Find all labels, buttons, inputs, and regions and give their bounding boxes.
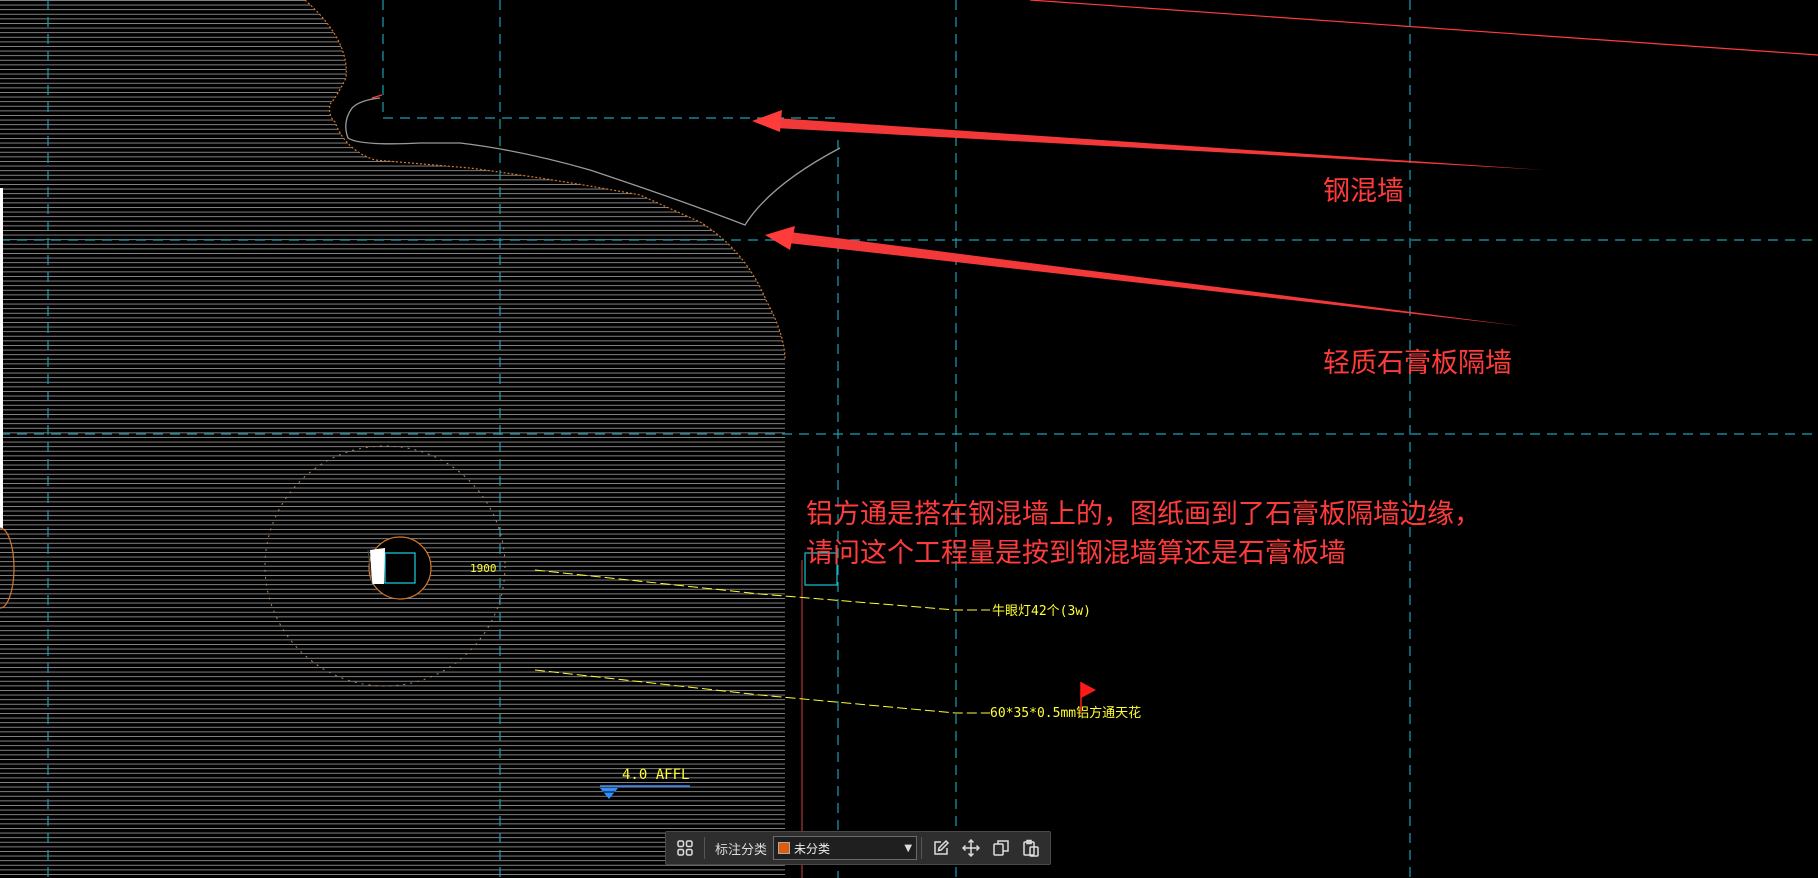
concrete-wall-tip: [371, 94, 383, 99]
question-line-1: 铝方通是搭在钢混墙上的，图纸画到了石膏板隔墙边缘，: [806, 499, 1481, 530]
hatched-slab-area: [0, 0, 785, 878]
question-line-2: 请问这个工程量是按到钢混墙算还是石膏板墙: [806, 538, 1346, 569]
grid-icon[interactable]: [670, 834, 700, 862]
cad-canvas[interactable]: 1900 牛眼灯42个(3w) 60*35*0.5mm铝方通天花 4.0 AFF…: [0, 0, 1818, 878]
level-label: 4.0 AFFL: [622, 767, 689, 783]
annotation-arrows: [752, 110, 1545, 326]
downlight-symbol: [367, 536, 432, 600]
edit-icon[interactable]: [926, 834, 956, 862]
category-value: 未分类: [793, 841, 830, 856]
concrete-wall-annotation: 钢混墙: [1323, 176, 1404, 207]
chevron-down-icon: ▼: [904, 842, 913, 854]
category-color-swatch: [777, 842, 790, 854]
category-label: 标注分类: [714, 842, 767, 858]
downlight-label: 牛眼灯42个(3w): [992, 604, 1091, 619]
left-edge-bar: [0, 188, 3, 528]
gypsum-wall-annotation: 轻质石膏板隔墙: [1323, 348, 1512, 379]
paste-icon[interactable]: [1016, 834, 1046, 862]
red-reference-line: [1029, 0, 1818, 56]
category-dropdown[interactable]: 未分类 ▼: [772, 836, 918, 860]
dimension-1900: 1900: [470, 562, 497, 575]
move-icon[interactable]: [956, 834, 986, 862]
copy-icon[interactable]: [986, 834, 1016, 862]
annotation-toolbar: 标注分类 未分类 ▼: [665, 831, 1051, 865]
toolbar-separator: [704, 837, 705, 859]
toolbar-separator: [921, 837, 922, 859]
ceiling-label: 60*35*0.5mm铝方通天花: [990, 705, 1141, 721]
